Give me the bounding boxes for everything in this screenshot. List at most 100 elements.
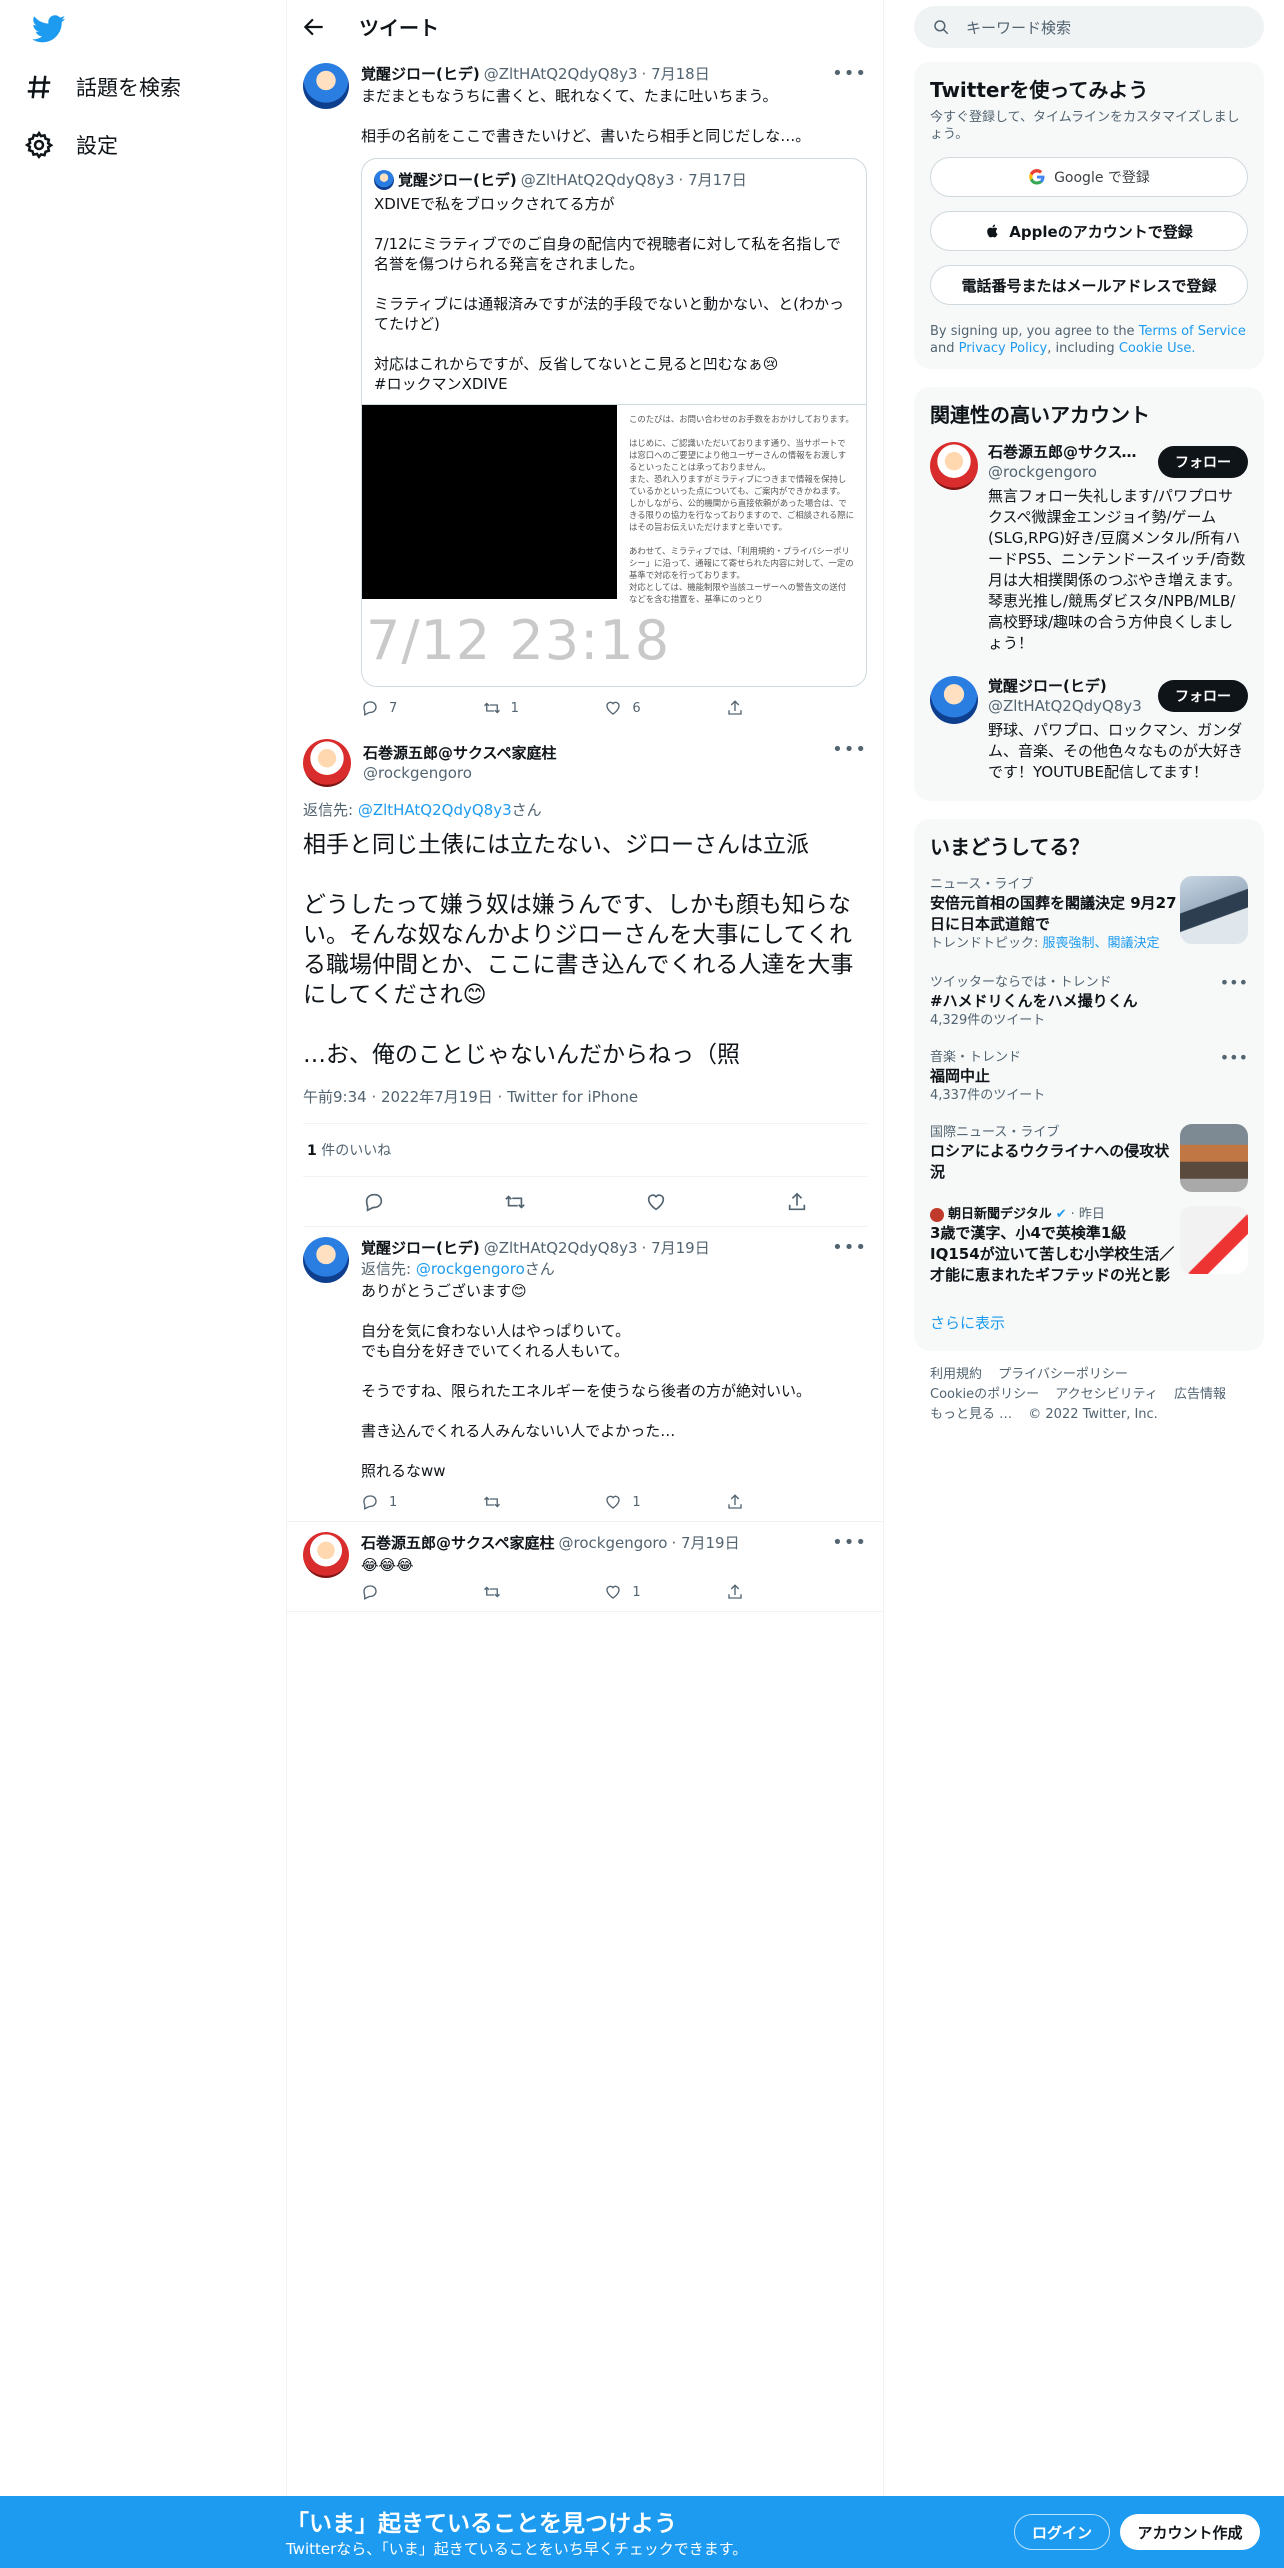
cookie-use-link[interactable]: Cookie Use. — [1119, 341, 1196, 356]
author-handle[interactable]: @rockgengoro — [363, 763, 557, 783]
trend-title: 3歳で漢字、小4で英検準1級 IQ154が泣いて苦しむ小学校生活／才能に恵まれた… — [930, 1224, 1175, 1284]
trend-item[interactable]: 朝日新聞デジタル ✔ · 昨日 3歳で漢字、小4で英検準1級 IQ154が泣いて… — [930, 1206, 1248, 1286]
media-screenshot[interactable]: 7/12 23:18 — [362, 405, 669, 686]
retweet-button[interactable] — [483, 1493, 543, 1511]
tweet-date[interactable]: · 7月19日 — [671, 1532, 739, 1553]
account-name[interactable]: 覚醒ジロー(ヒデ) — [988, 676, 1138, 696]
share-button[interactable] — [726, 699, 786, 717]
related-accounts-panel: 関連性の高いアカウント 石巻源五郎@サクスペ家庭柱 @rockgengoro 無… — [914, 387, 1264, 801]
account-card[interactable]: 覚醒ジロー(ヒデ) @ZltHAtQ2QdyQ8y3 野球、パワプロ、ロックマン… — [930, 676, 1248, 783]
main-column: ツイート 覚醒ジロー(ヒデ) @ZltHAtQ2QdyQ8y3 · 7月18日 … — [286, 0, 884, 2496]
back-arrow-icon[interactable] — [301, 14, 327, 40]
retweet-icon[interactable] — [504, 1191, 526, 1213]
likes-summary[interactable]: 1 件のいいね — [303, 1124, 867, 1177]
avatar[interactable] — [303, 739, 351, 787]
more-options-icon[interactable]: ••• — [832, 63, 867, 84]
avatar[interactable] — [303, 1237, 349, 1283]
footer-link[interactable]: プライバシーポリシー — [998, 1367, 1128, 1382]
footer-link[interactable]: もっと見る … — [930, 1407, 1012, 1422]
nav-settings-label: 設定 — [76, 134, 118, 158]
author-name[interactable]: 覚醒ジロー(ヒデ) — [361, 63, 480, 84]
footer-link[interactable]: 広告情報 — [1174, 1387, 1226, 1402]
search-input[interactable]: キーワード検索 — [966, 17, 1071, 38]
footer-link[interactable]: Cookieのポリシー — [930, 1387, 1039, 1402]
reply-tweet[interactable]: 石巻源五郎@サクスペ家庭柱 @rockgengoro · 7月19日 😂😂😂 1 — [287, 1522, 883, 1612]
phone-email-signup-button[interactable]: 電話番号またはメールアドレスで登録 — [930, 265, 1248, 305]
share-icon — [728, 1494, 742, 1509]
search-box[interactable]: キーワード検索 — [914, 6, 1264, 48]
footer-link[interactable]: アクセシビリティ — [1055, 1387, 1158, 1402]
twitter-logo-icon[interactable] — [32, 12, 66, 46]
reply-tweet[interactable]: 覚醒ジロー(ヒデ) @ZltHAtQ2QdyQ8y3 · 7月19日 返信先: … — [287, 1227, 883, 1522]
tweet-text: まだまともなうちに書くと、眠れなくて、たまに吐いちまう。 相手の名前をここで書き… — [361, 87, 811, 145]
reply-suffix: さん — [511, 801, 542, 819]
nav-explore[interactable]: 話題を検索 — [24, 59, 181, 115]
apple-signup-button[interactable]: Appleのアカウントで登録 — [930, 211, 1248, 251]
signup-terms: By signing up, you agree to the Terms of… — [930, 323, 1248, 357]
more-options-icon[interactable]: ••• — [832, 1532, 867, 1553]
nav-settings[interactable]: 設定 — [24, 117, 118, 173]
tweet-date[interactable]: · 7月19日 — [642, 1237, 710, 1258]
retweet-button[interactable]: 1 — [483, 699, 543, 717]
more-options-icon[interactable]: ••• — [1220, 1049, 1248, 1066]
quoted-tweet[interactable]: 覚醒ジロー(ヒデ) @ZltHAtQ2QdyQ8y3 · 7月17日 XDIVE… — [361, 158, 867, 687]
avatar[interactable] — [930, 442, 978, 490]
trend-item[interactable]: 音楽・トレンド 福岡中止 4,337件のツイート ••• — [930, 1049, 1248, 1104]
login-button[interactable]: ログイン — [1014, 2514, 1110, 2550]
tweet-meta[interactable]: 午前9:34 · 2022年7月19日 · Twitter for iPhone — [303, 1086, 867, 1124]
google-signup-button[interactable]: Google で登録 — [930, 157, 1248, 197]
reply-icon — [363, 1585, 377, 1600]
tweet-text: 😂😂😂 — [361, 1556, 414, 1574]
share-button[interactable] — [726, 1493, 786, 1511]
retweet-button[interactable] — [483, 1583, 543, 1601]
google-signup-label: Google で登録 — [1054, 170, 1150, 186]
show-more-link[interactable]: さらに表示 — [930, 1312, 1248, 1339]
signup-button[interactable]: アカウント作成 — [1120, 2514, 1260, 2550]
reply-to-handle[interactable]: @rockgengoro — [416, 1260, 525, 1278]
trend-item[interactable]: 国際ニュース・ライブ ロシアによるウクライナへの侵攻状況 — [930, 1124, 1248, 1192]
like-button[interactable]: 6 — [604, 699, 664, 717]
reply-to-line: 返信先: @rockgengoroさん — [361, 1258, 867, 1279]
like-button[interactable]: 1 — [604, 1493, 664, 1511]
more-options-icon[interactable]: ••• — [1220, 974, 1248, 991]
thread-tweet[interactable]: 覚醒ジロー(ヒデ) @ZltHAtQ2QdyQ8y3 · 7月18日 まだまとも… — [287, 53, 883, 727]
news-source: 朝日新聞デジタル — [948, 1207, 1052, 1222]
account-card[interactable]: 石巻源五郎@サクスペ家庭柱 @rockgengoro 無言フォロー失礼します/パ… — [930, 442, 1248, 654]
trend-item[interactable]: ニュース・ライブ 安倍元首相の国葬を閣議決定 9月27日に日本武道館で トレンド… — [930, 876, 1248, 952]
follow-button[interactable]: フォロー — [1158, 446, 1248, 478]
trend-title: #ハメドリくんをハメ撮りくん — [930, 992, 1138, 1010]
author-handle[interactable]: @ZltHAtQ2QdyQ8y3 — [484, 1239, 638, 1257]
reply-button[interactable]: 7 — [361, 699, 421, 717]
like-button[interactable]: 1 — [604, 1583, 664, 1601]
reply-icon[interactable] — [363, 1191, 385, 1213]
author-name[interactable]: 石巻源五郎@サクスペ家庭柱 — [363, 743, 557, 763]
right-sidebar: キーワード検索 Twitterを使ってみよう 今すぐ登録して、タイムラインをカス… — [914, 0, 1264, 1439]
tweet-date[interactable]: · 7月18日 — [642, 63, 710, 84]
footer-links: 利用規約 プライバシーポリシー Cookieのポリシー アクセシビリティ 広告情… — [914, 1351, 1264, 1439]
author-handle[interactable]: @ZltHAtQ2QdyQ8y3 — [484, 65, 638, 83]
more-options-icon[interactable]: ••• — [832, 739, 867, 760]
reply-icon — [363, 1495, 377, 1510]
quote-media[interactable]: 7/12 23:18 このたびは、お問い合わせのお手数をおかけしております。 は… — [362, 404, 866, 686]
focused-tweet-text: 相手と同じ土俵には立たない、ジローさんは立派 どうしたって嫌う奴は嫌うんです、し… — [303, 832, 854, 1068]
share-button[interactable] — [726, 1583, 786, 1601]
reply-button[interactable] — [361, 1583, 421, 1601]
trend-item[interactable]: ツイッターならでは・トレンド #ハメドリくんをハメ撮りくん 4,329件のツイー… — [930, 974, 1248, 1029]
account-name[interactable]: 石巻源五郎@サクスペ家庭柱 — [988, 442, 1138, 462]
avatar[interactable] — [303, 1532, 349, 1578]
reply-button[interactable]: 1 — [361, 1493, 421, 1511]
terms-of-service-link[interactable]: Terms of Service — [1139, 324, 1246, 339]
share-icon[interactable] — [786, 1191, 808, 1213]
footer-link[interactable]: 利用規約 — [930, 1367, 982, 1382]
trend-topic-links[interactable]: 服喪強制、閣議決定 — [1043, 936, 1160, 951]
author-name[interactable]: 石巻源五郎@サクスペ家庭柱 — [361, 1532, 555, 1553]
follow-button[interactable]: フォロー — [1158, 680, 1248, 712]
author-handle[interactable]: @rockgengoro — [559, 1534, 668, 1552]
more-options-icon[interactable]: ••• — [832, 1237, 867, 1258]
reply-to-handle[interactable]: @ZltHAtQ2QdyQ8y3 — [358, 801, 512, 819]
heart-icon[interactable] — [645, 1191, 667, 1213]
privacy-policy-link[interactable]: Privacy Policy — [959, 341, 1048, 356]
avatar[interactable] — [930, 676, 978, 724]
author-name[interactable]: 覚醒ジロー(ヒデ) — [361, 1237, 480, 1258]
avatar[interactable] — [303, 63, 349, 109]
